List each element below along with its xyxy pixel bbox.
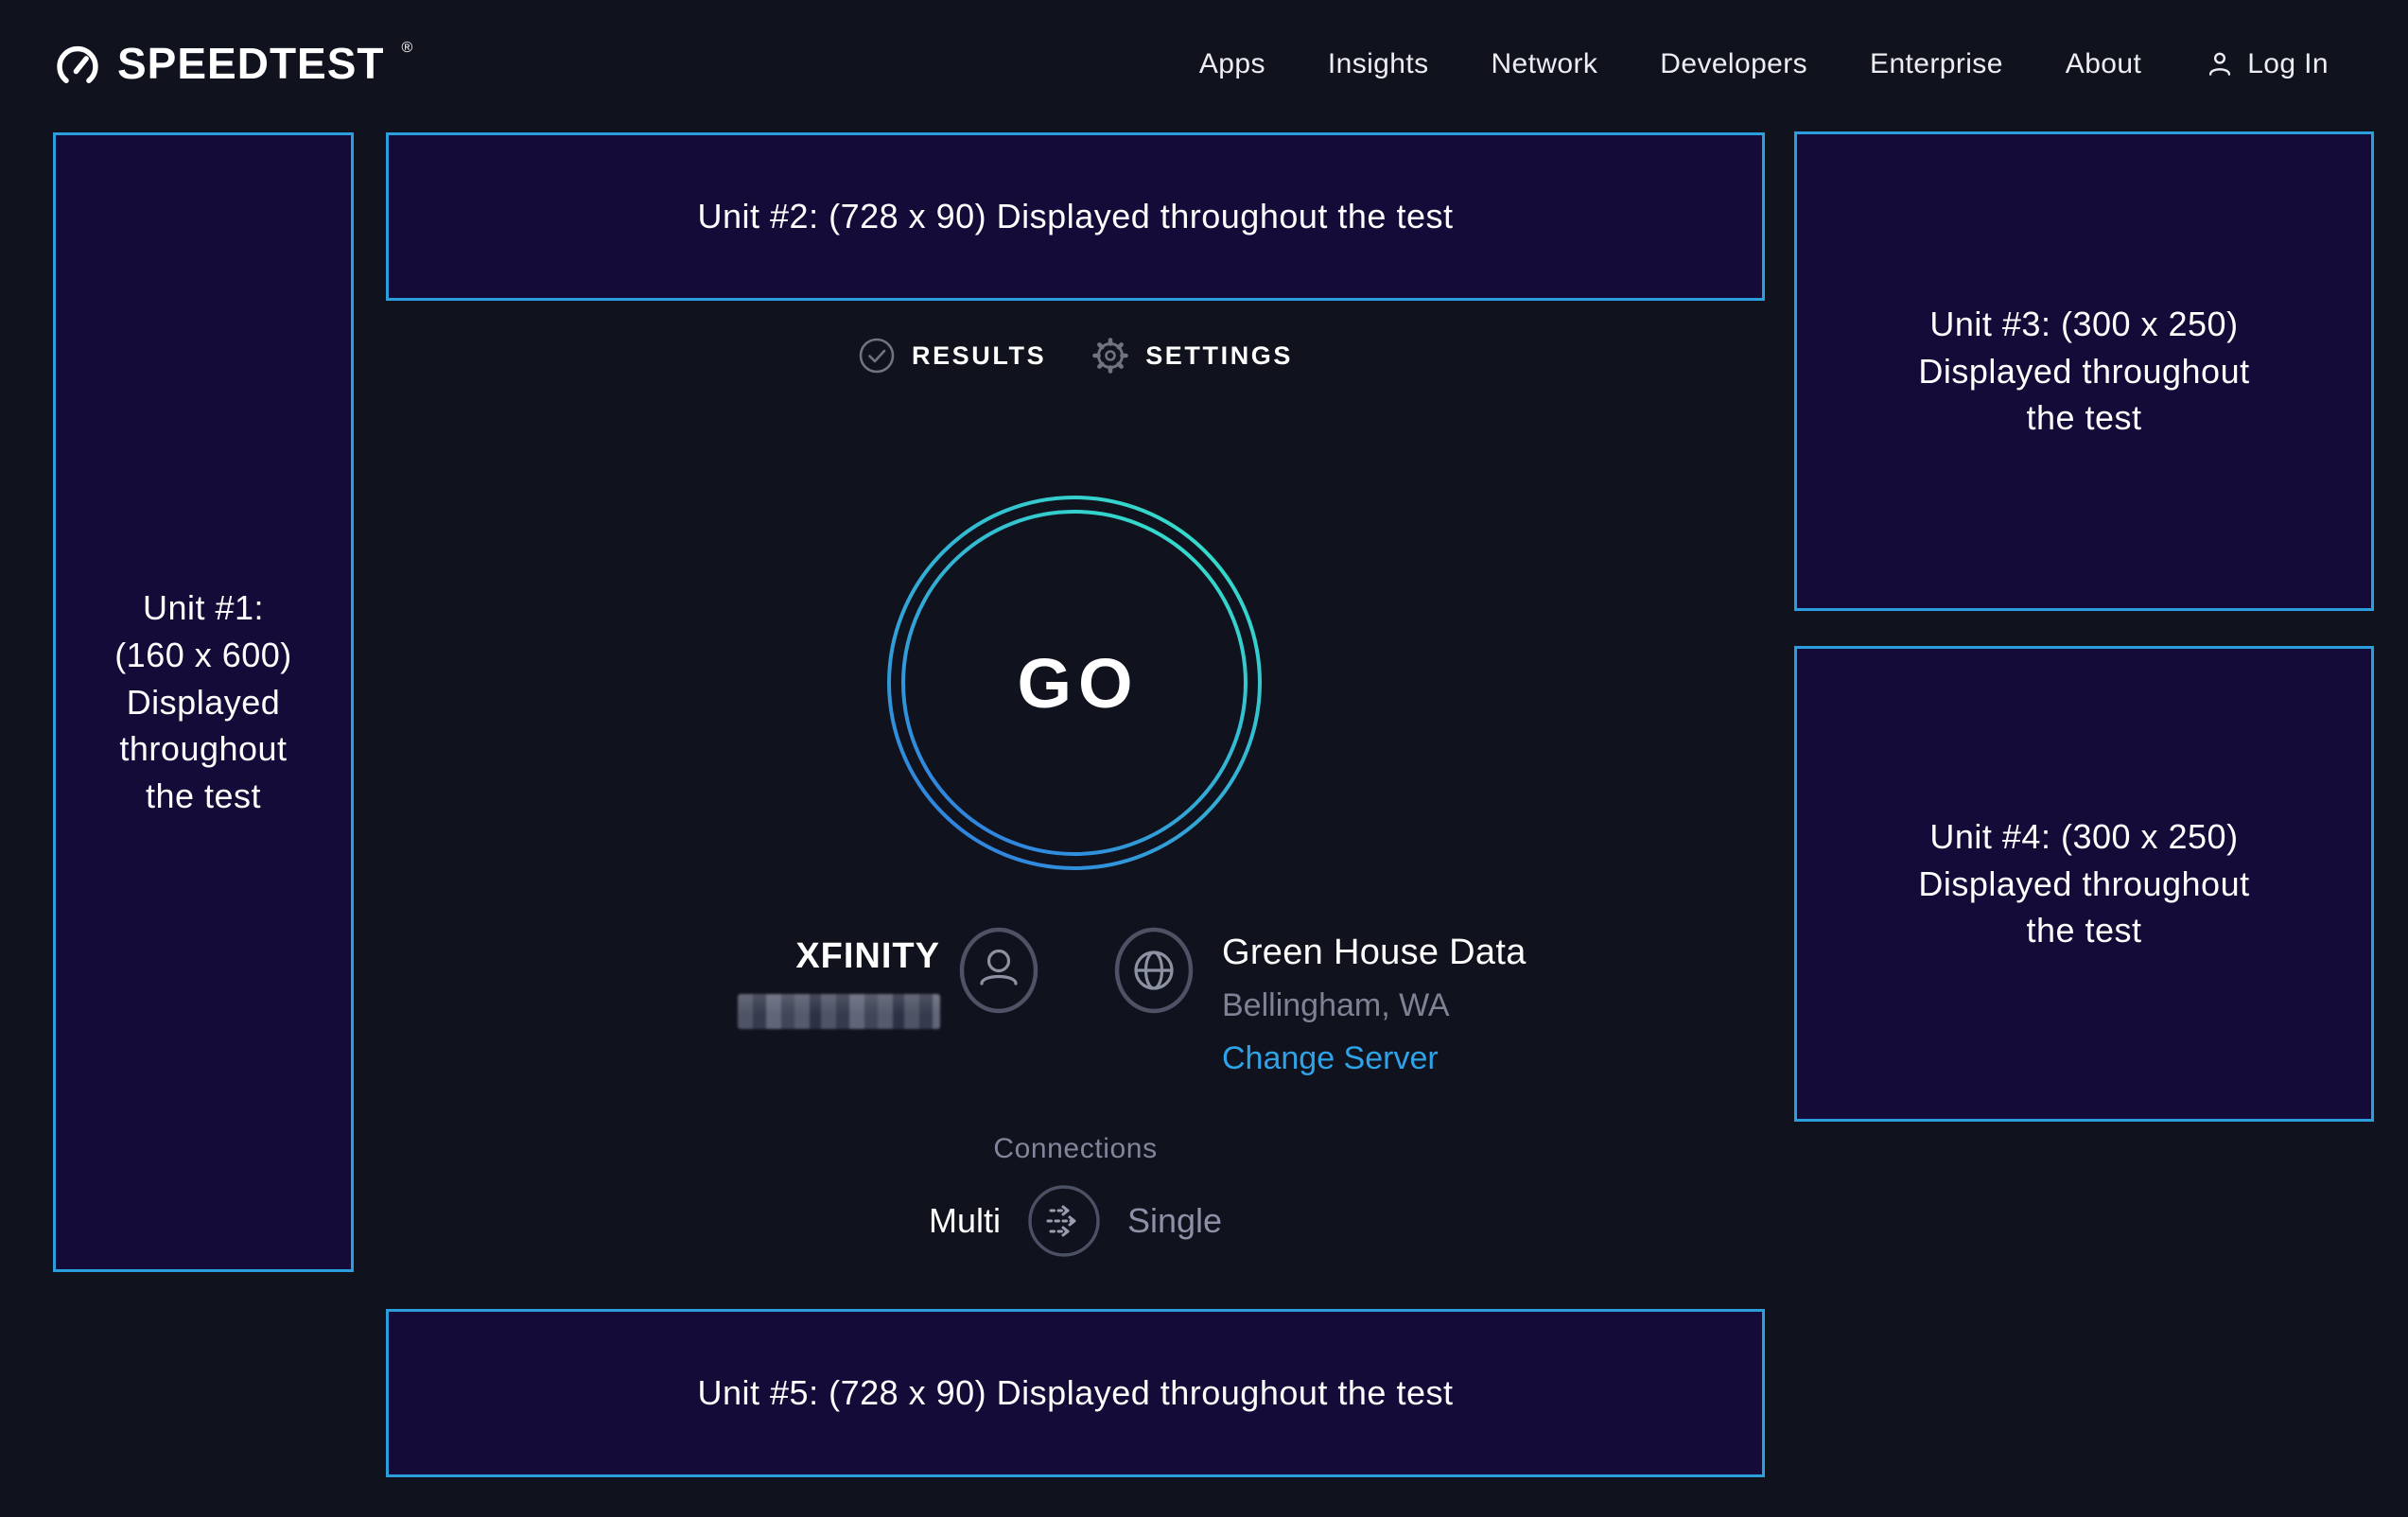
globe-icon	[1114, 927, 1194, 1014]
main-nav: Apps Insights Network Developers Enterpr…	[1199, 48, 2329, 80]
ad-unit-2[interactable]: Unit #2: (728 x 90) Displayed throughout…	[386, 132, 1765, 301]
tab-results-label: RESULTS	[912, 341, 1046, 371]
logo-text: SPEEDTEST	[117, 39, 385, 88]
ad-unit-3[interactable]: Unit #3: (300 x 250) Displayed throughou…	[1794, 131, 2374, 611]
logo-trademark: ®	[402, 41, 413, 56]
login-link[interactable]: Log In	[2204, 48, 2329, 80]
server-location: Bellingham, WA	[1222, 987, 1450, 1024]
login-label: Log In	[2247, 48, 2329, 80]
nav-insights[interactable]: Insights	[1328, 48, 1429, 80]
connections-label: Connections	[386, 1133, 1765, 1165]
check-circle-icon	[858, 337, 896, 375]
test-meta-row: XFINITY Green House Data Bellingham, WA …	[386, 927, 1765, 1107]
isp-user-icon	[959, 927, 1038, 1014]
ad-unit-1[interactable]: Unit #1: (160 x 600) Displayed throughou…	[53, 132, 354, 1272]
ad-unit-4-label: Unit #4: (300 x 250) Displayed throughou…	[1918, 813, 2249, 954]
connections-multi-option[interactable]: Multi	[929, 1201, 1001, 1241]
ad-unit-5-label: Unit #5: (728 x 90) Displayed throughout…	[698, 1369, 1454, 1417]
ad-unit-1-label: Unit #1: (160 x 600) Displayed throughou…	[114, 584, 292, 819]
go-button-label: GO	[885, 494, 1264, 872]
server-info: Green House Data Bellingham, WA Change S…	[1114, 927, 1527, 1077]
speedtest-page: SPEEDTEST ® Apps Insights Network Develo…	[0, 0, 2408, 1517]
nav-enterprise[interactable]: Enterprise	[1870, 48, 2003, 80]
header: SPEEDTEST ® Apps Insights Network Develo…	[0, 0, 2408, 129]
isp-info: XFINITY	[738, 927, 1038, 1029]
user-icon	[2204, 48, 2236, 80]
tab-settings-label: SETTINGS	[1145, 341, 1293, 371]
ad-unit-4[interactable]: Unit #4: (300 x 250) Displayed throughou…	[1794, 646, 2374, 1122]
nav-developers[interactable]: Developers	[1660, 48, 1807, 80]
nav-about[interactable]: About	[2066, 48, 2141, 80]
connections-toggle-icon[interactable]	[1027, 1184, 1101, 1258]
tab-results[interactable]: RESULTS	[858, 337, 1046, 375]
speedometer-icon	[53, 41, 102, 90]
gear-icon	[1091, 337, 1129, 375]
tab-bar: RESULTS SETTINGS	[386, 337, 1765, 375]
isp-name: XFINITY	[738, 936, 940, 977]
connections-single-option[interactable]: Single	[1127, 1201, 1222, 1241]
server-name: Green House Data	[1222, 933, 1527, 973]
nav-apps[interactable]: Apps	[1199, 48, 1265, 80]
tab-settings[interactable]: SETTINGS	[1091, 337, 1293, 375]
ad-unit-2-label: Unit #2: (728 x 90) Displayed throughout…	[698, 193, 1454, 240]
change-server-link[interactable]: Change Server	[1222, 1040, 1439, 1077]
redacted-ip-address	[738, 994, 940, 1029]
speedtest-logo[interactable]: SPEEDTEST ®	[53, 39, 412, 90]
connections-section: Connections Multi Single	[386, 1133, 1765, 1258]
ad-unit-3-label: Unit #3: (300 x 250) Displayed throughou…	[1918, 301, 2249, 442]
ad-unit-5[interactable]: Unit #5: (728 x 90) Displayed throughout…	[386, 1309, 1765, 1477]
go-button[interactable]: GO	[885, 494, 1264, 872]
nav-network[interactable]: Network	[1491, 48, 1597, 80]
